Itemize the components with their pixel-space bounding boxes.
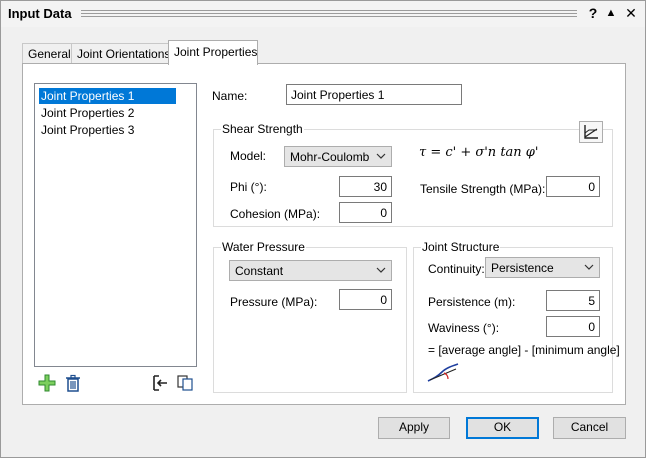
water-pressure-title: Water Pressure: [221, 240, 306, 254]
tensile-strength-field[interactable]: 0: [546, 176, 600, 197]
joint-structure-title: Joint Structure: [421, 240, 501, 254]
chevron-down-icon: [376, 153, 386, 159]
water-pressure-mode-value: Constant: [235, 264, 284, 278]
model-select-value: Mohr-Coulomb: [290, 150, 370, 164]
tab-joint-properties[interactable]: Joint Properties: [168, 40, 258, 65]
continuity-select-value: Persistence: [491, 261, 554, 275]
name-field[interactable]: Joint Properties 1: [286, 84, 462, 105]
phi-label: Phi (°):: [230, 180, 267, 194]
add-icon[interactable]: [37, 373, 57, 393]
dialog-title: Input Data: [8, 6, 72, 21]
tab-general[interactable]: General: [22, 43, 72, 64]
cancel-button[interactable]: Cancel: [553, 417, 626, 439]
close-button[interactable]: ✕: [623, 4, 639, 22]
title-bar[interactable]: Input Data ? ▲ ✕: [1, 1, 645, 27]
continuity-select[interactable]: Persistence: [485, 257, 600, 278]
continuity-label: Continuity:: [428, 262, 485, 276]
persistence-field[interactable]: 5: [546, 290, 600, 311]
import-icon[interactable]: [150, 373, 170, 393]
help-button[interactable]: ?: [585, 4, 601, 22]
pressure-label: Pressure (MPa):: [230, 295, 318, 309]
input-data-dialog: Input Data ? ▲ ✕ General Joint Orientati…: [0, 0, 646, 458]
waviness-note: = [average angle] - [minimum angle]: [428, 343, 620, 357]
chevron-down-icon: [376, 267, 386, 273]
water-pressure-mode-select[interactable]: Constant: [229, 260, 392, 281]
tensile-strength-label: Tensile Strength (MPa):: [420, 182, 546, 196]
collapse-button[interactable]: ▲: [603, 4, 619, 22]
cohesion-label: Cohesion (MPa):: [230, 207, 321, 221]
tab-joint-orientations[interactable]: Joint Orientations: [71, 43, 170, 64]
model-label: Model:: [230, 149, 267, 163]
name-label: Name:: [212, 89, 248, 103]
title-grip: [81, 10, 577, 17]
ok-button[interactable]: OK: [466, 417, 539, 439]
persistence-label: Persistence (m):: [428, 295, 516, 309]
mohr-coulomb-formula: τ = c' + σ'n tan φ': [419, 145, 539, 160]
pressure-field[interactable]: 0: [339, 289, 392, 310]
joint-properties-list[interactable]: Joint Properties 1 Joint Properties 2 Jo…: [34, 83, 197, 367]
shear-strength-title: Shear Strength: [221, 122, 304, 136]
shear-strength-plot-icon[interactable]: [579, 121, 603, 143]
list-item[interactable]: Joint Properties 3: [39, 122, 136, 138]
delete-icon[interactable]: [63, 373, 83, 393]
list-item[interactable]: Joint Properties 2: [39, 105, 136, 121]
apply-button[interactable]: Apply: [378, 417, 450, 439]
list-item[interactable]: Joint Properties 1: [39, 88, 176, 104]
cohesion-field[interactable]: 0: [339, 202, 392, 223]
model-select[interactable]: Mohr-Coulomb: [284, 146, 392, 167]
copy-icon[interactable]: [175, 373, 195, 393]
waviness-label: Waviness (°):: [428, 321, 500, 335]
chevron-down-icon: [584, 264, 594, 270]
waviness-field[interactable]: 0: [546, 316, 600, 337]
waviness-diagram-icon: [426, 361, 460, 383]
phi-field[interactable]: 30: [339, 176, 392, 197]
